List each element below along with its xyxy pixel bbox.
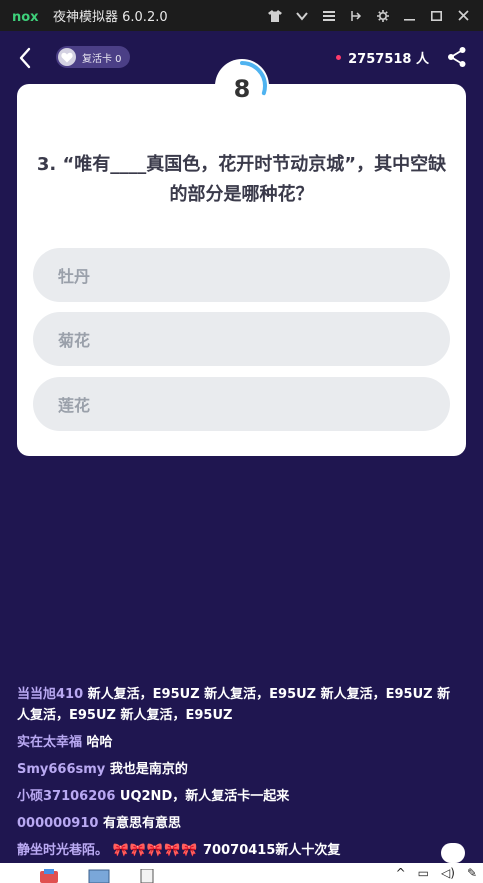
timer-value: 8 <box>233 74 251 103</box>
comment-user: 当当旭410 <box>17 687 84 702</box>
comment-text: 70070415新人十次复 <box>203 843 341 858</box>
file-icon[interactable] <box>140 869 154 883</box>
comment-item: 000000910 有意思有意思 <box>17 813 457 834</box>
answer-option-2[interactable]: 菊花 <box>33 312 450 366</box>
comment-text: 有意思有意思 <box>102 816 181 831</box>
tray-network-icon[interactable]: ▭ <box>418 866 429 880</box>
shirt-icon[interactable] <box>261 0 288 31</box>
window-controls <box>261 0 477 31</box>
revive-card-badge[interactable]: 复活卡 0 <box>56 46 130 68</box>
heart-icon <box>58 48 76 66</box>
close-icon[interactable] <box>450 0 477 31</box>
back-arrow-icon[interactable] <box>14 44 38 72</box>
online-count-text: 2757518 人 <box>348 52 429 67</box>
comment-item: 静坐时光巷陌。 🎀🎀🎀🎀🎀 70070415新人十次复 <box>17 840 457 861</box>
answer-option-1[interactable]: 牡丹 <box>33 248 450 302</box>
emulator-titlebar: nox 夜神模拟器 6.0.2.0 <box>0 0 483 31</box>
chevron-down-icon[interactable] <box>288 0 315 31</box>
gear-icon[interactable] <box>369 0 396 31</box>
minimize-icon[interactable] <box>396 0 423 31</box>
comment-text: 哈哈 <box>86 735 113 750</box>
system-tray: ^ ▭ ◁) ✎ <box>396 866 477 880</box>
live-dot <box>336 55 342 60</box>
nox-logo-icon: nox <box>12 10 39 23</box>
countdown-timer: 8 <box>215 59 269 113</box>
comment-user: 实在太幸福 <box>17 735 83 750</box>
question-text: 3. “唯有____真国色，花开时节动京城”，其中空缺的部分是哪种花？ <box>36 154 447 205</box>
comment-item: 当当旭410 新人复活，E95UZ 新人复活，E95UZ 新人复活，E95UZ … <box>17 684 457 726</box>
online-count: 2757518 人 <box>336 48 429 67</box>
comment-item: 小硕37106206 UQ2ND，新人复活卡一起来 <box>17 786 457 807</box>
comment-text: UQ2ND，新人复活卡一起来 <box>119 789 290 804</box>
answer-option-3[interactable]: 莲花 <box>33 377 450 431</box>
question-card: 3. “唯有____真国色，花开时节动京城”，其中空缺的部分是哪种花？ 牡丹 菊… <box>17 84 466 456</box>
tray-pen-icon[interactable]: ✎ <box>467 866 477 880</box>
menu-icon[interactable] <box>315 0 342 31</box>
comment-user: 000000910 <box>17 816 99 831</box>
comment-item: 实在太幸福 哈哈 <box>17 732 457 753</box>
comment-user: Smy666smy <box>17 762 106 777</box>
comment-faded <box>17 658 457 678</box>
image-icon[interactable] <box>88 869 110 883</box>
revive-card-label: 复活卡 0 <box>82 53 122 65</box>
pin-icon[interactable] <box>342 0 369 31</box>
window-title: 夜神模拟器 6.0.2.0 <box>53 10 168 25</box>
tray-up-arrow-icon[interactable]: ^ <box>396 866 406 880</box>
svg-text:nox: nox <box>12 10 39 23</box>
comment-user: 静坐时光巷陌。 <box>17 843 109 858</box>
comment-feed[interactable]: 当当旭410 新人复活，E95UZ 新人复活，E95UZ 新人复活，E95UZ … <box>17 658 457 863</box>
share-icon[interactable] <box>447 46 467 68</box>
app-icon[interactable] <box>38 869 62 883</box>
emulator-taskbar: ^ ▭ ◁) ✎ <box>0 863 483 883</box>
gift-emojis: 🎀🎀🎀🎀🎀 <box>112 843 199 858</box>
comment-user: 小硕37106206 <box>17 789 116 804</box>
comment-text: 我也是南京的 <box>109 762 188 777</box>
chat-bubble-icon[interactable] <box>441 843 465 863</box>
comment-item: Smy666smy 我也是南京的 <box>17 759 457 780</box>
maximize-icon[interactable] <box>423 0 450 31</box>
tray-volume-icon[interactable]: ◁) <box>441 866 455 880</box>
